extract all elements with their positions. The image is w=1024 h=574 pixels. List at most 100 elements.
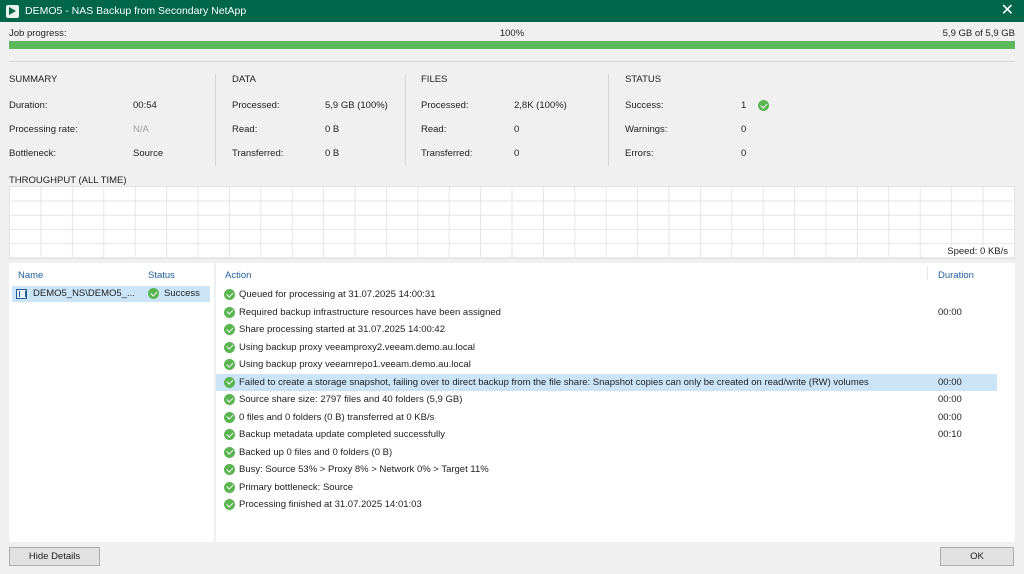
objects-pane: Name Status DEMO5_NS\DEMO5_... Success: [9, 263, 214, 542]
object-row[interactable]: DEMO5_NS\DEMO5_... Success: [12, 286, 210, 302]
action-text: Share processing started at 31.07.2025 1…: [239, 324, 445, 335]
action-text: Busy: Source 53% > Proxy 8% > Network 0%…: [239, 464, 489, 475]
job-progress-fill: [9, 41, 1015, 49]
object-status: Success: [164, 288, 200, 299]
action-row[interactable]: Share processing started at 31.07.2025 1…: [216, 321, 1015, 339]
action-row[interactable]: Using backup proxy veeamproxy2.veeam.dem…: [216, 339, 1015, 357]
job-progress-bar: [9, 41, 1015, 49]
success-check-icon: [224, 394, 235, 405]
action-row[interactable]: Required backup infrastructure resources…: [216, 304, 1015, 322]
action-duration: 00:00: [938, 411, 962, 423]
action-column-header[interactable]: Action: [225, 270, 251, 281]
status-warnings-key: Warnings:: [625, 124, 668, 135]
action-row[interactable]: Source share size: 2797 files and 40 fol…: [216, 391, 1015, 409]
status-success-key: Success:: [625, 100, 664, 111]
action-row[interactable]: Backed up 0 files and 0 folders (0 B): [216, 444, 1015, 462]
success-check-icon: [224, 499, 235, 510]
action-duration: 00:10: [938, 429, 962, 440]
actions-pane: Action Duration Queued for processing at…: [216, 263, 1015, 542]
job-progress-percent: 100%: [499, 28, 525, 39]
summary-header: SUMMARY: [9, 74, 58, 85]
column-divider: [405, 74, 406, 166]
action-row[interactable]: Primary bottleneck: Source: [216, 479, 1015, 497]
action-text: Using backup proxy veeamproxy2.veeam.dem…: [239, 341, 476, 353]
action-row[interactable]: Busy: Source 53% > Proxy 8% > Network 0%…: [216, 461, 1015, 479]
hide-details-button[interactable]: Hide Details: [9, 547, 100, 566]
files-processed-key: Processed:: [421, 100, 469, 111]
close-icon[interactable]: ✕: [1001, 2, 1014, 20]
name-column-header[interactable]: Name: [18, 270, 43, 281]
throughput-grid: [10, 187, 1014, 258]
success-check-icon: [224, 359, 235, 370]
success-check-icon: [224, 411, 235, 423]
files-read-key: Read:: [421, 124, 447, 135]
summary-bottleneck-key: Bottleneck:: [9, 148, 56, 159]
summary-duration-key: Duration:: [9, 100, 48, 111]
status-section: STATUS: [625, 74, 661, 86]
files-processed-value: 2,8K (100%): [514, 100, 567, 111]
action-row[interactable]: Using backup proxy veeamrepo1.veeam.demo…: [216, 356, 1015, 374]
summary-section: SUMMARY: [9, 74, 57, 86]
success-check-icon: [224, 289, 235, 300]
summary-rate-value: N/A: [133, 124, 149, 135]
share-icon: [16, 289, 27, 299]
data-header: DATA: [232, 74, 256, 85]
action-log: Queued for processing at 31.07.2025 14:0…: [216, 286, 1015, 514]
status-errors-key: Errors:: [625, 148, 654, 159]
status-success-row: Success: 1: [625, 100, 775, 112]
status-column-header[interactable]: Status: [148, 270, 175, 281]
data-processed-value: 5,9 GB (100%): [325, 100, 388, 111]
data-transferred-value: 0 B: [325, 148, 340, 159]
success-check-icon: [758, 100, 769, 111]
column-divider: [215, 74, 216, 166]
status-success-value: 1: [741, 100, 747, 111]
files-section: FILES: [421, 74, 447, 86]
success-check-icon: [224, 306, 235, 318]
action-text: Source share size: 2797 files and 40 fol…: [239, 394, 463, 405]
column-divider: [608, 74, 609, 166]
status-header: STATUS: [625, 74, 662, 85]
files-transferred-value: 0: [514, 148, 520, 159]
action-text: Backup metadata update completed success…: [239, 429, 445, 440]
summary-duration-value: 00:54: [133, 100, 157, 111]
status-warnings-value: 0: [741, 124, 747, 135]
action-duration: 00:00: [938, 306, 962, 318]
action-duration: 00:00: [938, 394, 962, 405]
data-read-key: Read:: [232, 124, 258, 135]
success-check-icon: [148, 288, 159, 299]
success-check-icon: [224, 324, 235, 335]
files-header: FILES: [421, 74, 448, 85]
object-name: DEMO5_NS\DEMO5_...: [33, 288, 135, 299]
success-check-icon: [224, 429, 235, 440]
action-text: Primary bottleneck: Source: [239, 481, 354, 493]
action-text: Failed to create a storage snapshot, fai…: [239, 376, 869, 388]
window-title: DEMO5 - NAS Backup from Secondary NetApp: [25, 5, 247, 17]
action-row[interactable]: Backup metadata update completed success…: [216, 426, 1015, 444]
action-row[interactable]: Processing finished at 31.07.2025 14:01:…: [216, 496, 1015, 514]
summary-rate-key: Processing rate:: [9, 124, 78, 135]
title-bar: DEMO5 - NAS Backup from Secondary NetApp…: [0, 0, 1024, 22]
success-check-icon: [224, 341, 235, 353]
action-text: Processing finished at 31.07.2025 14:01:…: [239, 499, 422, 510]
action-text: 0 files and 0 folders (0 B) transferred …: [239, 411, 435, 423]
throughput-chart: Speed: 0 KB/s: [9, 186, 1015, 259]
success-check-icon: [224, 464, 235, 475]
success-check-icon: [224, 446, 235, 458]
duration-column-header[interactable]: Duration: [938, 270, 974, 281]
action-row[interactable]: 0 files and 0 folders (0 B) transferred …: [216, 409, 1015, 427]
data-read-value: 0 B: [325, 124, 340, 135]
data-processed-key: Processed:: [232, 100, 280, 111]
throughput-speed: Speed: 0 KB/s: [944, 246, 1008, 257]
throughput-label: THROUGHPUT (ALL TIME): [9, 175, 127, 186]
data-section: DATA: [232, 74, 256, 86]
action-row[interactable]: Queued for processing at 31.07.2025 14:0…: [216, 286, 1015, 304]
job-progress-row: Job progress: 100% 5,9 GB of 5,9 GB: [9, 28, 1015, 40]
action-text: Backed up 0 files and 0 folders (0 B): [239, 446, 393, 458]
success-check-icon: [224, 376, 235, 388]
files-read-value: 0: [514, 124, 520, 135]
ok-button[interactable]: OK: [940, 547, 1014, 566]
divider: [9, 61, 1015, 62]
action-row[interactable]: Failed to create a storage snapshot, fai…: [216, 373, 997, 391]
data-transferred-key: Transferred:: [232, 148, 284, 159]
column-divider: [927, 266, 928, 280]
